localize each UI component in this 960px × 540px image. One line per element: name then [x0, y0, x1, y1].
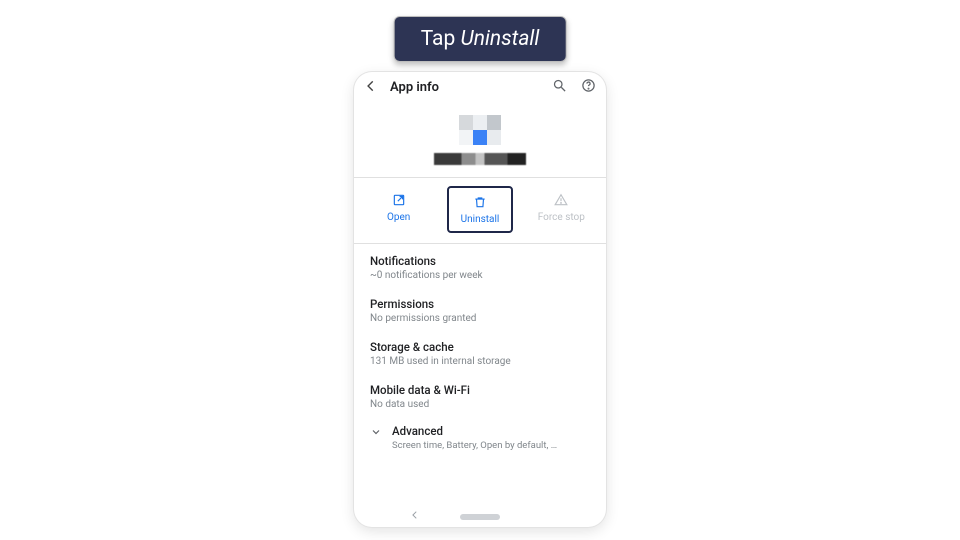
force-stop-label: Force stop: [530, 212, 592, 223]
back-icon[interactable]: [364, 78, 378, 97]
chevron-down-icon: [370, 426, 382, 441]
open-button[interactable]: Open: [366, 186, 432, 233]
permissions-row[interactable]: Permissions No permissions granted: [354, 287, 606, 330]
open-icon: [368, 192, 430, 208]
permissions-title: Permissions: [370, 297, 590, 311]
app-icon: [354, 115, 606, 145]
phone-frame: App info Open Unin: [354, 72, 606, 527]
advanced-sub: Screen time, Battery, Open by default, S…: [392, 440, 562, 451]
permissions-sub: No permissions granted: [370, 313, 590, 324]
notifications-sub: ~0 notifications per week: [370, 270, 590, 281]
help-icon[interactable]: [581, 78, 596, 97]
nav-home-pill[interactable]: [460, 514, 500, 520]
system-navbar: [354, 510, 606, 523]
open-label: Open: [368, 212, 430, 223]
mobile-title: Mobile data & Wi-Fi: [370, 383, 590, 397]
callout-prefix: Tap: [421, 27, 461, 51]
callout-emph: Uninstall: [460, 27, 539, 51]
action-row: Open Uninstall Force stop: [354, 178, 606, 244]
advanced-row[interactable]: Advanced Screen time, Battery, Open by d…: [354, 416, 606, 459]
notifications-title: Notifications: [370, 254, 590, 268]
search-icon[interactable]: [552, 78, 567, 97]
mobile-sub: No data used: [370, 399, 590, 410]
advanced-title: Advanced: [392, 424, 562, 438]
force-stop-button: Force stop: [528, 186, 594, 233]
storage-sub: 131 MB used in internal storage: [370, 356, 590, 367]
page-title: App info: [390, 80, 540, 95]
uninstall-button[interactable]: Uninstall: [447, 186, 513, 233]
uninstall-label: Uninstall: [451, 214, 509, 225]
topbar: App info: [354, 72, 606, 107]
warning-icon: [530, 192, 592, 208]
storage-row[interactable]: Storage & cache 131 MB used in internal …: [354, 330, 606, 373]
storage-title: Storage & cache: [370, 340, 590, 354]
app-name-redacted: [434, 153, 526, 165]
notifications-row[interactable]: Notifications ~0 notifications per week: [354, 244, 606, 287]
nav-back-icon[interactable]: [410, 510, 420, 523]
trash-icon: [451, 194, 509, 210]
mobile-row[interactable]: Mobile data & Wi-Fi No data used: [354, 373, 606, 416]
instruction-callout: Tap Uninstall: [394, 16, 567, 62]
